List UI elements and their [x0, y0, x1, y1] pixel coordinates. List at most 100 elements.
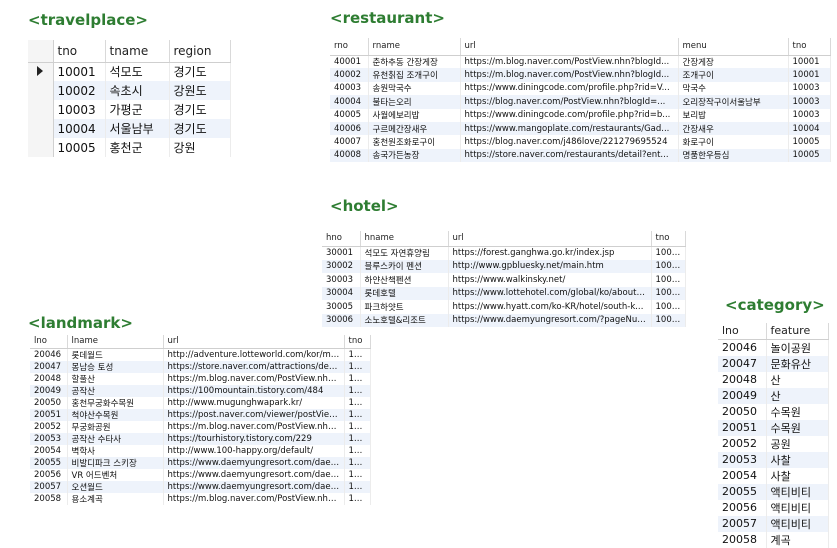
cell-rname[interactable]: 춘하추동 간장게장	[368, 55, 461, 69]
cell-rname[interactable]: 송국가든농장	[368, 148, 461, 163]
cell-lno[interactable]: 20057	[718, 515, 767, 532]
cell-url[interactable]: https://www.hyatt.com/ko-KR/hotel/south-…	[448, 300, 652, 314]
table-row[interactable]: 40001 춘하추동 간장게장 https://m.blog.naver.com/P…	[330, 55, 831, 69]
cell-tno[interactable]: 10003	[788, 108, 831, 122]
cell-tname[interactable]: 서울남부	[105, 119, 170, 138]
cell-region[interactable]: 강원	[169, 138, 231, 157]
cell-hname[interactable]: 석모도 자연휴양림	[360, 246, 449, 260]
cell-tno[interactable]: 10004	[651, 300, 686, 314]
cell-url[interactable]: http://www.mugunghwapark.kr/	[163, 396, 345, 409]
table-row[interactable]: 20046 롯데월드 http://adventure.lotteworld.com…	[30, 348, 371, 361]
cell-menu[interactable]: 간장새우	[678, 121, 789, 136]
cell-rno[interactable]: 40001	[330, 55, 369, 69]
cell-lname[interactable]: 벽학사	[67, 444, 164, 457]
cell-lno[interactable]: 20052	[718, 435, 767, 452]
cell-lname[interactable]: 비발디파크 스키장	[67, 456, 164, 469]
cell-tno[interactable]: 10004	[344, 360, 371, 373]
cell-url[interactable]: https://www.diningcode.com/profile.php?r…	[460, 81, 679, 96]
table-row[interactable]: 20051 척야산수목원 https://post.naver.com/viewer…	[30, 408, 371, 421]
cell-lno[interactable]: 20051	[718, 419, 767, 436]
cell-hno[interactable]: 30001	[322, 246, 361, 260]
table-row[interactable]: 30003 하얀산책펜션 https://www.walkinsky.net/100…	[322, 273, 686, 287]
cell-tno[interactable]: 10003	[651, 259, 686, 273]
cell-hname[interactable]: 블루스카이 펜션	[360, 259, 449, 273]
cell-hname[interactable]: 소노호텔&리조트	[360, 313, 449, 327]
cell-rno[interactable]: 40003	[330, 81, 369, 96]
cell-lname[interactable]: 무궁화공원	[67, 420, 164, 433]
cell-lno[interactable]: 20056	[718, 499, 767, 516]
cell-tno[interactable]: 10005	[344, 384, 371, 397]
cell-tno[interactable]: 10005	[344, 396, 371, 409]
cell-tno[interactable]: 10004	[344, 348, 371, 361]
cell-tno[interactable]: 10001	[651, 246, 686, 260]
column-header-url[interactable]: url	[460, 38, 679, 56]
table-row[interactable]: 20054 벽학사 http://www.100-happy.org/default…	[30, 444, 371, 457]
cell-rno[interactable]: 40004	[330, 95, 369, 109]
cell-hno[interactable]: 30002	[322, 259, 361, 273]
cell-tname[interactable]: 석모도	[105, 62, 170, 81]
table-row[interactable]: 20046 놀이공원	[718, 339, 829, 356]
cell-rno[interactable]: 40008	[330, 148, 369, 163]
cell-url[interactable]: https://m.blog.naver.com/PostView.nhn?bl…	[460, 68, 679, 82]
cell-lname[interactable]: 오션월드	[67, 480, 164, 493]
column-header-tno[interactable]: tno	[344, 335, 371, 349]
cell-tno[interactable]: 10005	[651, 313, 686, 327]
table-row[interactable]: 40008 송국가든농장 https://store.naver.com/resta…	[330, 148, 831, 163]
cell-tno[interactable]: 10005	[344, 468, 371, 481]
cell-tno[interactable]: 10003	[788, 81, 831, 96]
cell-lname[interactable]: 롯데월드	[67, 348, 164, 361]
cell-feature[interactable]: 수목원	[766, 403, 829, 420]
table-row[interactable]: 10001 석모도 경기도	[28, 62, 231, 81]
column-header-feature[interactable]: feature	[766, 323, 829, 340]
cell-feature[interactable]: 액티비티	[766, 515, 829, 532]
cell-lno[interactable]: 20053	[30, 432, 68, 445]
cell-rname[interactable]: 홍천원조화로구이	[368, 135, 461, 149]
table-row[interactable]: 30006 소노호텔&리조트 https://www.daemyungresort.…	[322, 313, 686, 327]
cell-hno[interactable]: 30003	[322, 273, 361, 287]
table-row[interactable]: 20053 공작산 수타사 https://tourhistory.tistory.…	[30, 432, 371, 445]
table-row[interactable]: 40007 홍천원조화로구이 https://blog.naver.com/j486…	[330, 135, 831, 149]
column-header-hname[interactable]: hname	[360, 231, 449, 247]
cell-menu[interactable]: 명품한우등심	[678, 148, 789, 163]
cell-menu[interactable]: 화로구이	[678, 135, 789, 149]
table-row[interactable]: 20048 산	[718, 371, 829, 388]
table-row[interactable]: 10002 속초시 강원도	[28, 81, 231, 100]
cell-lno[interactable]: 20046	[718, 339, 767, 356]
cell-rname[interactable]: 구르메간장새우	[368, 121, 461, 136]
cell-url[interactable]: https://www.lottehotel.com/global/ko/abo…	[448, 286, 652, 300]
column-header-tno[interactable]: tno	[788, 38, 831, 56]
cell-feature[interactable]: 사찰	[766, 467, 829, 484]
cell-url[interactable]: https://post.naver.com/viewer/postView.n…	[163, 408, 345, 421]
cell-lno[interactable]: 20048	[30, 372, 68, 385]
cell-lname[interactable]: VR 어드벤처	[67, 468, 164, 481]
cell-tno[interactable]: 10005	[344, 444, 371, 457]
cell-tno[interactable]: 10005	[788, 135, 831, 149]
cell-lno[interactable]: 20050	[30, 396, 68, 409]
column-header-tno[interactable]: tno	[53, 40, 106, 63]
cell-rno[interactable]: 40002	[330, 68, 369, 82]
cell-feature[interactable]: 공원	[766, 435, 829, 452]
table-row[interactable]: 20048 할풀산 https://m.blog.naver.com/PostVie…	[30, 372, 371, 385]
table-row[interactable]: 20049 산	[718, 387, 829, 404]
cell-url[interactable]: http://www.100-happy.org/default/	[163, 444, 345, 457]
column-header-hno[interactable]: hno	[322, 231, 361, 247]
cell-url[interactable]: https://www.walkinsky.net/	[448, 273, 652, 287]
table-row[interactable]: 40004 불타는오리 https://blog.naver.com/PostVie…	[330, 95, 831, 109]
table-row[interactable]: 20047 몽남승 토성 https://store.naver.com/attra…	[30, 360, 371, 373]
column-header-rno[interactable]: rno	[330, 38, 369, 56]
table-row[interactable]: 40002 유천칡집 조개구이 https://m.blog.naver.com/P…	[330, 68, 831, 82]
cell-hname[interactable]: 파크하얏트	[360, 300, 449, 314]
cell-region[interactable]: 경기도	[169, 100, 231, 119]
table-row[interactable]: 20057 오션월드 https://www.daemyungresort.com/…	[30, 480, 371, 493]
cell-feature[interactable]: 산	[766, 371, 829, 388]
cell-lname[interactable]: 몽남승 토성	[67, 360, 164, 373]
cell-lname[interactable]: 용소계곡	[67, 492, 164, 505]
cell-feature[interactable]: 사찰	[766, 451, 829, 468]
cell-rno[interactable]: 40006	[330, 121, 369, 136]
row-selector[interactable]	[28, 62, 54, 81]
cell-lno[interactable]: 20049	[718, 387, 767, 404]
cell-url[interactable]: https://m.blog.naver.com/PostView.nhn?bl…	[163, 372, 345, 385]
cell-url[interactable]: https://www.daemyungresort.com/daemyung.…	[163, 468, 345, 481]
cell-tno[interactable]: 10005	[344, 372, 371, 385]
table-row[interactable]: 20057 액티비티	[718, 515, 829, 532]
